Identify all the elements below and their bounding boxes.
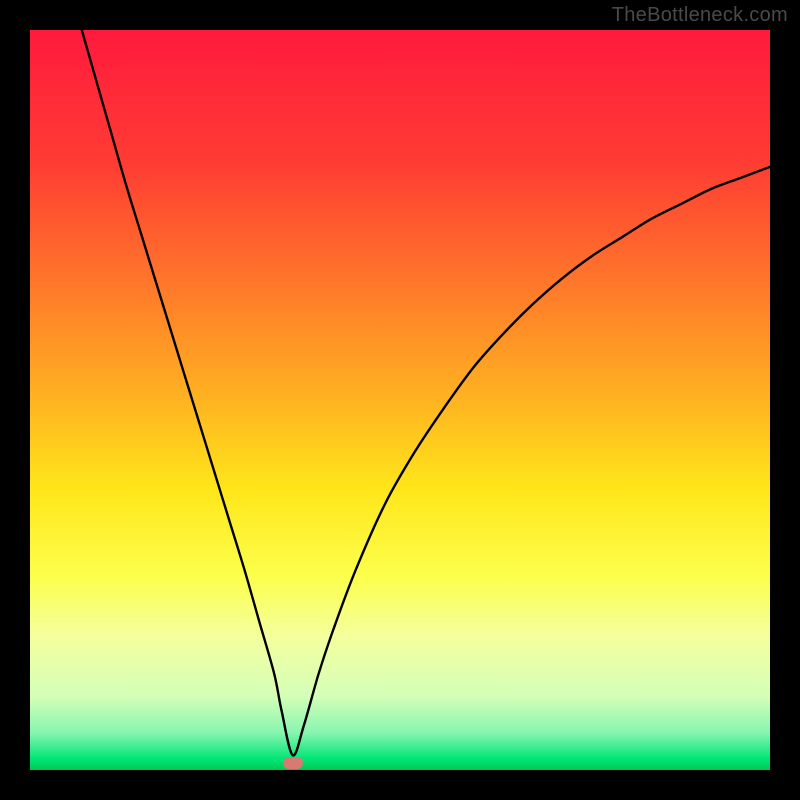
watermark-text: TheBottleneck.com	[612, 4, 788, 27]
chart-plot-area	[30, 30, 770, 770]
chart-curve	[30, 30, 770, 770]
minimum-marker	[283, 757, 303, 769]
